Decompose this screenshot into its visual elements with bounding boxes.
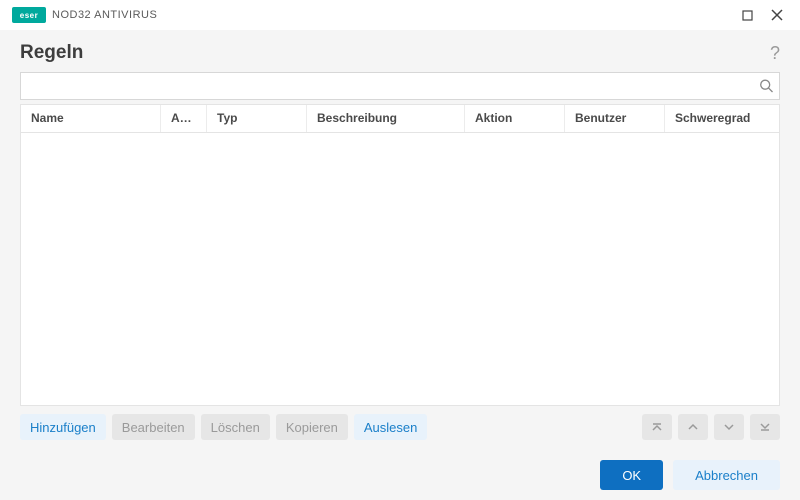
toolbar: Hinzufügen Bearbeiten Löschen Kopieren A…: [20, 406, 780, 448]
close-icon[interactable]: [762, 0, 792, 30]
dialog-footer: OK Abbrechen: [0, 450, 800, 500]
help-icon[interactable]: ?: [770, 43, 780, 64]
col-active[interactable]: Aktivi...: [161, 105, 207, 132]
add-button[interactable]: Hinzufügen: [20, 414, 106, 440]
col-type[interactable]: Typ: [207, 105, 307, 132]
col-action[interactable]: Aktion: [465, 105, 565, 132]
cancel-button[interactable]: Abbrechen: [673, 460, 780, 490]
ok-button[interactable]: OK: [600, 460, 663, 490]
move-top-button: [642, 414, 672, 440]
move-down-button: [714, 414, 744, 440]
page-title: Regeln: [20, 42, 770, 64]
col-description[interactable]: Beschreibung: [307, 105, 465, 132]
copy-button: Kopieren: [276, 414, 348, 440]
titlebar: eser NOD32 ANTIVIRUS: [0, 0, 800, 30]
brand-logo: eser: [12, 7, 46, 23]
maximize-icon[interactable]: [732, 0, 762, 30]
read-button[interactable]: Auslesen: [354, 414, 427, 440]
rules-table: Name Aktivi... Typ Beschreibung Aktion B…: [20, 104, 780, 406]
search-row: [20, 72, 780, 100]
move-up-button: [678, 414, 708, 440]
delete-button: Löschen: [201, 414, 270, 440]
page-header: Regeln ?: [0, 30, 800, 72]
move-bottom-button: [750, 414, 780, 440]
brand-product: NOD32 ANTIVIRUS: [52, 9, 157, 21]
table-body: [21, 133, 779, 405]
search-icon[interactable]: [759, 79, 774, 94]
col-severity[interactable]: Schweregrad: [665, 105, 779, 132]
col-name[interactable]: Name: [21, 105, 161, 132]
search-input[interactable]: [20, 72, 780, 100]
edit-button: Bearbeiten: [112, 414, 195, 440]
table-header-row: Name Aktivi... Typ Beschreibung Aktion B…: [21, 105, 779, 133]
brand: eser NOD32 ANTIVIRUS: [12, 7, 157, 23]
col-user[interactable]: Benutzer: [565, 105, 665, 132]
